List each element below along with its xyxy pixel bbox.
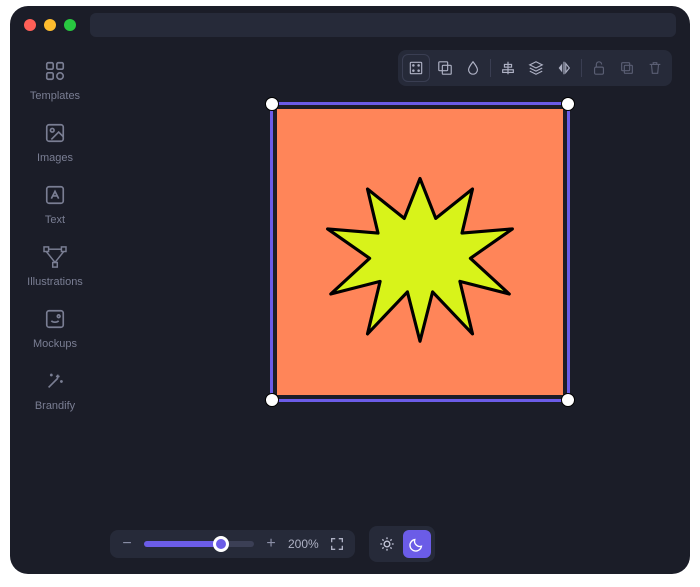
- sidebar-item-label: Mockups: [33, 338, 77, 350]
- sidebar-item-label: Images: [37, 152, 73, 164]
- zoom-percent-label: 200%: [288, 537, 319, 551]
- sidebar-item-mockups[interactable]: Mockups: [33, 306, 77, 350]
- window-controls: [24, 19, 76, 31]
- sidebar: Templates Images: [10, 44, 100, 522]
- mockups-icon: [42, 306, 68, 332]
- sidebar-item-label: Templates: [30, 90, 80, 102]
- sidebar-item-images[interactable]: Images: [37, 120, 73, 164]
- sidebar-item-text[interactable]: Text: [42, 182, 68, 226]
- zoom-out-button[interactable]: −: [120, 537, 134, 551]
- lock-open-icon[interactable]: [586, 55, 612, 81]
- titlebar: [10, 6, 690, 44]
- sidebar-item-label: Illustrations: [27, 276, 83, 288]
- resize-handle-bottom-left[interactable]: [265, 393, 279, 407]
- trash-icon[interactable]: [642, 55, 668, 81]
- editor-area: [100, 44, 690, 522]
- grid-icon[interactable]: [402, 54, 430, 82]
- zoom-slider[interactable]: [144, 541, 254, 547]
- sidebar-item-illustrations[interactable]: Illustrations: [27, 244, 83, 288]
- text-icon: [42, 182, 68, 208]
- toolbar-divider: [581, 59, 582, 77]
- copy-icon[interactable]: [614, 55, 640, 81]
- address-bar[interactable]: [90, 13, 676, 37]
- align-icon[interactable]: [495, 55, 521, 81]
- toolbar-group-1: [398, 50, 672, 86]
- fit-to-screen-icon[interactable]: [329, 536, 345, 552]
- sidebar-item-templates[interactable]: Templates: [30, 58, 80, 102]
- theme-toggle: [369, 526, 435, 562]
- sidebar-item-label: Brandify: [35, 400, 75, 412]
- top-toolbar: [100, 44, 690, 92]
- app-window: Templates Images: [10, 6, 690, 574]
- image-icon: [42, 120, 68, 146]
- templates-icon: [42, 58, 68, 84]
- magic-wand-icon: [42, 368, 68, 394]
- resize-handle-bottom-right[interactable]: [561, 393, 575, 407]
- flip-icon[interactable]: [551, 55, 577, 81]
- theme-dark-button[interactable]: [403, 530, 431, 558]
- zoom-control: − + 200%: [110, 530, 355, 558]
- zoom-slider-fill: [144, 541, 221, 547]
- close-window-icon[interactable]: [24, 19, 36, 31]
- canvas[interactable]: [100, 92, 690, 522]
- theme-light-button[interactable]: [373, 530, 401, 558]
- sidebar-item-brandify[interactable]: Brandify: [35, 368, 75, 412]
- resize-handle-top-left[interactable]: [265, 97, 279, 111]
- minimize-window-icon[interactable]: [44, 19, 56, 31]
- zoom-in-button[interactable]: +: [264, 537, 278, 551]
- overlap-icon[interactable]: [432, 55, 458, 81]
- starburst-shape[interactable]: [315, 157, 525, 347]
- illustrations-icon: [42, 244, 68, 270]
- maximize-window-icon[interactable]: [64, 19, 76, 31]
- layers-icon[interactable]: [523, 55, 549, 81]
- bottom-bar: − + 200%: [10, 522, 690, 574]
- sidebar-item-label: Text: [45, 214, 65, 226]
- resize-handle-top-right[interactable]: [561, 97, 575, 111]
- drop-icon[interactable]: [460, 55, 486, 81]
- zoom-slider-knob[interactable]: [213, 536, 229, 552]
- selection-box[interactable]: [270, 102, 570, 402]
- toolbar-divider: [490, 59, 491, 77]
- artboard[interactable]: [277, 109, 563, 395]
